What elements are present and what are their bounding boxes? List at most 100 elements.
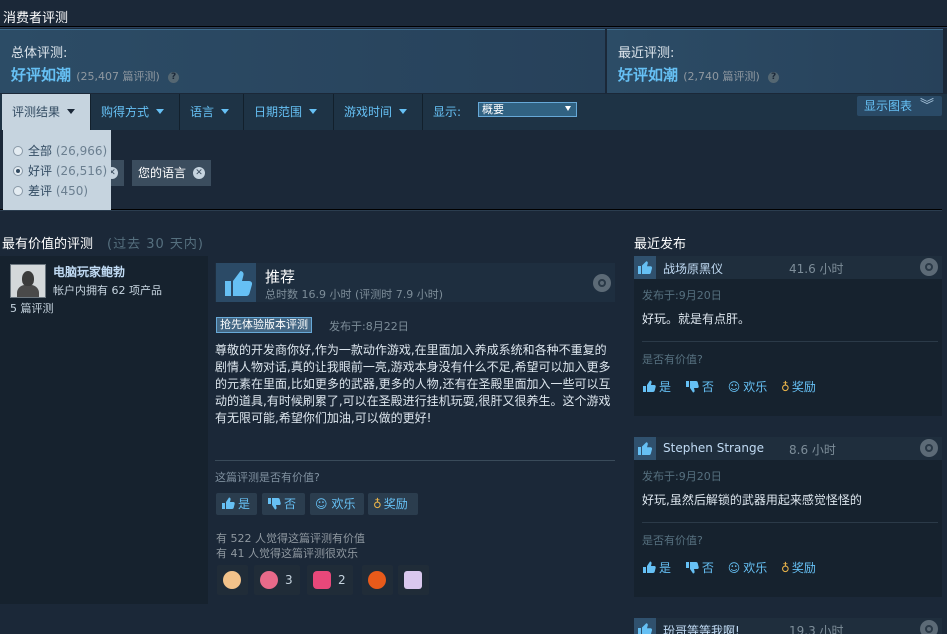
radio-icon[interactable]: [13, 166, 23, 176]
option-count: (26,516): [55, 164, 108, 178]
author-name[interactable]: 电脑玩家鲍勃: [53, 263, 125, 280]
button-label: 是: [238, 497, 251, 511]
recent-rating[interactable]: 好评如潮 (2,740 篇评测) ?: [618, 64, 780, 85]
vote-funny-button[interactable]: ☺ 欢乐: [728, 378, 768, 395]
option-count: (450): [55, 184, 89, 198]
vote-yes-button[interactable]: 是: [216, 493, 257, 515]
smiley-icon: ☺: [727, 561, 741, 575]
thumbs-down-icon: [685, 381, 699, 393]
section-header: 消费者评测: [0, 0, 947, 27]
button-label: 欢乐: [743, 561, 768, 575]
award-button[interactable]: ♁ 奖励: [781, 378, 816, 395]
thumbs-down-icon: [685, 562, 699, 574]
vote-funny-button[interactable]: ☺ 欢乐: [728, 559, 768, 576]
display-label: 显示:: [433, 105, 462, 119]
option-label: 差评: [28, 184, 53, 198]
double-chevron-down-icon: ︾: [920, 98, 934, 114]
thumbs-down-icon: [268, 498, 281, 510]
early-access-badge: 抢先体验版本评测: [216, 317, 312, 333]
active-filter-tag-language[interactable]: 您的语言 ✕: [132, 160, 211, 186]
smiley-icon: ☺: [727, 380, 741, 394]
recent-review-header[interactable]: Stephen Strange 8.6 小时: [634, 437, 942, 460]
filter-purchase-type[interactable]: 购得方式: [91, 94, 180, 130]
filter-label: 语言: [190, 105, 215, 119]
option-count: (26,966): [55, 144, 108, 158]
close-icon[interactable]: ✕: [193, 167, 205, 179]
button-label: 欢乐: [331, 497, 356, 511]
filter-review-type[interactable]: 评测结果: [2, 94, 91, 130]
vote-yes-button[interactable]: 是: [642, 559, 671, 576]
overall-rating[interactable]: 好评如潮 (25,407 篇评测) ?: [11, 64, 180, 85]
option-positive[interactable]: 好评 (26,516): [13, 162, 107, 179]
recent-review-header[interactable]: 玢哥等等我啊! 19.3 小时: [634, 618, 942, 634]
filter-label: 游戏时间: [344, 105, 393, 119]
award-badge[interactable]: [362, 565, 393, 595]
recent-rating-text: 好评如潮: [618, 66, 679, 84]
helpful-question: 是否有价值?: [642, 534, 703, 547]
tag-label: 您的语言: [138, 166, 187, 180]
posted-date: 发布于:9月20日: [642, 470, 722, 483]
thumbs-up-icon: [216, 263, 256, 302]
filter-label: 评测结果: [12, 105, 61, 119]
vote-no-button[interactable]: 否: [685, 559, 714, 576]
award-palette-icon: [223, 571, 241, 589]
recent-review-header[interactable]: 战场原黑仪 41.6 小时: [634, 256, 942, 279]
radio-icon[interactable]: [13, 186, 23, 196]
reviewer-name[interactable]: 玢哥等等我啊!: [663, 622, 740, 634]
award-badge[interactable]: 3: [254, 565, 300, 595]
award-badge[interactable]: 2: [307, 565, 353, 595]
option-all[interactable]: 全部 (26,966): [13, 142, 107, 159]
filter-bar: 评测结果 购得方式 语言 日期范围 游戏时间: [0, 94, 947, 130]
column-title: 最有价值的评测: [2, 237, 94, 252]
chevron-down-icon: [221, 109, 230, 114]
smiley-icon: ☺: [315, 497, 328, 511]
reviewer-name[interactable]: Stephen Strange: [663, 441, 764, 455]
option-label: 全部: [28, 144, 53, 158]
recent-count: (2,740 篇评测): [683, 70, 760, 83]
award-count: 3: [285, 573, 293, 587]
help-icon[interactable]: ?: [768, 72, 780, 83]
avatar[interactable]: [10, 264, 46, 298]
vote-yes-button[interactable]: 是: [642, 378, 671, 395]
vote-buttons: 是 否 ☺ 欢乐 ♁ 奖励: [642, 378, 826, 395]
divider: [215, 460, 615, 461]
filter-playtime[interactable]: 游戏时间: [334, 94, 423, 130]
award-badge[interactable]: [398, 565, 429, 595]
radio-icon[interactable]: [13, 146, 23, 156]
recent-review-card: 玢哥等等我啊! 19.3 小时: [634, 618, 942, 634]
button-label: 奖励: [383, 497, 408, 511]
filter-date-range[interactable]: 日期范围: [244, 94, 334, 130]
award-button[interactable]: ♁ 奖励: [368, 493, 418, 515]
thumbs-up-icon: [634, 256, 656, 279]
most-helpful-title: 最有价值的评测 (过去 30 天内): [2, 233, 204, 252]
option-negative[interactable]: 差评 (450): [13, 182, 88, 199]
award-badge[interactable]: [217, 565, 248, 595]
steam-logo-icon: [920, 258, 938, 276]
helpful-stats: 有 522 人觉得这篇评测有价值 有 41 人觉得这篇评测很欢乐: [216, 531, 365, 561]
filter-language[interactable]: 语言: [180, 94, 244, 130]
thumbs-up-icon: [643, 380, 656, 392]
vote-funny-button[interactable]: ☺ 欢乐: [310, 493, 364, 515]
helpful-count: 有 522 人觉得这篇评测有价值: [216, 532, 365, 545]
show-graph-button[interactable]: 显示图表 ︾: [857, 96, 942, 116]
review-text: 尊敬的开发商你好,作为一款动作游戏,在里面加入养成系统和各种不重复的剧情人物对话…: [215, 343, 611, 425]
award-icon: ♁: [781, 380, 790, 394]
author-review-count[interactable]: 5 篇评测: [10, 300, 54, 316]
vote-no-button[interactable]: 否: [262, 493, 305, 515]
helpful-question: 是否有价值?: [642, 353, 703, 366]
award-piggy-icon: [260, 571, 278, 589]
helpful-question: 这篇评测是否有价值?: [215, 471, 320, 484]
column-subtitle: (过去 30 天内): [107, 237, 204, 252]
display-select[interactable]: 概要: [478, 102, 577, 117]
reviewer-name[interactable]: 战场原黑仪: [663, 260, 723, 277]
vote-no-button[interactable]: 否: [685, 378, 714, 395]
divider: [0, 209, 942, 210]
thumbs-up-icon: [634, 437, 656, 460]
steam-review-page: { "section_title": "消费者评测", "summary": {…: [0, 0, 947, 634]
award-button[interactable]: ♁ 奖励: [781, 559, 816, 576]
author-products[interactable]: 帐户内拥有 62 项产品: [53, 282, 162, 298]
help-icon[interactable]: ?: [168, 72, 180, 83]
award-icon: ♁: [781, 561, 790, 575]
button-label: 否: [284, 497, 297, 511]
thumbs-up-icon: [643, 561, 656, 573]
